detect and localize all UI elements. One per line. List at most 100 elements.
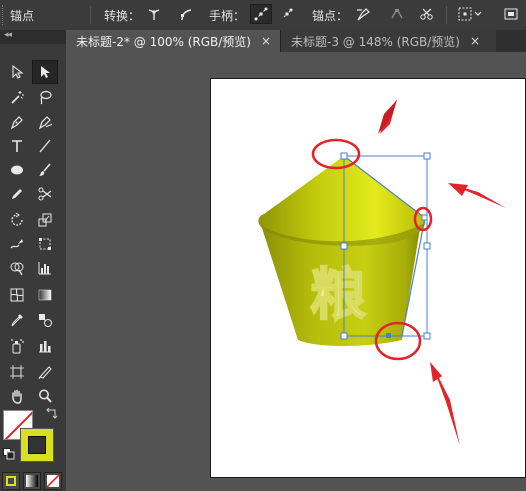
artwork-layer[interactable]: 粮 — [66, 52, 526, 491]
red-arrow-top-head — [378, 100, 397, 134]
show-handles-icon — [254, 7, 268, 21]
rotate-tool[interactable] — [4, 208, 30, 232]
eyedropper-icon — [11, 314, 23, 327]
control-bar: 锚点 转换： 手柄： 锚点： — [0, 0, 526, 31]
scissors-icon — [38, 187, 52, 201]
ellipse-tool[interactable] — [4, 158, 30, 182]
shape-builder-icon — [10, 262, 24, 276]
hide-handles-button[interactable] — [276, 4, 298, 24]
collapse-arrows-icon[interactable]: ◂◂ — [4, 30, 12, 40]
divider — [90, 6, 91, 24]
cut-path-button[interactable] — [416, 4, 438, 24]
stroke-swatch-inner — [28, 436, 46, 454]
convert-to-corner-button[interactable] — [143, 4, 165, 24]
scale-icon — [38, 213, 52, 227]
isolate-icon — [504, 8, 518, 20]
ellipse-icon — [11, 165, 23, 175]
artboard-tool[interactable] — [4, 360, 30, 384]
cone-roof[interactable] — [258, 156, 426, 246]
connect-anchors-button[interactable] — [386, 4, 408, 24]
eyedropper-tool[interactable] — [4, 308, 30, 332]
color-mode-button[interactable] — [2, 472, 20, 490]
scissors-tool[interactable] — [32, 182, 58, 206]
symbol-sprayer-icon — [11, 339, 24, 354]
hand-tool[interactable] — [4, 384, 30, 408]
column-graph-tool[interactable] — [32, 334, 58, 358]
artwork-character: 粮 — [310, 263, 366, 328]
anchors-label: 锚点： — [312, 9, 349, 23]
mesh-tool[interactable] — [4, 283, 30, 307]
magic-wand-tool[interactable] — [4, 85, 30, 109]
blend-icon — [39, 314, 52, 327]
isolate-mode-button[interactable] — [500, 4, 522, 24]
tools-panel-header[interactable]: ◂◂ — [0, 30, 66, 44]
graph-tool[interactable] — [32, 256, 58, 280]
mesh-icon — [10, 288, 24, 302]
stroke-swatch[interactable] — [20, 428, 54, 462]
tab-title: 未标题-3 @ 148% (RGB/预览) — [291, 34, 460, 49]
close-icon[interactable]: × — [261, 34, 271, 48]
paintbrush-tool[interactable] — [32, 158, 58, 182]
bounding-handle-top-right[interactable] — [423, 152, 431, 160]
hide-handles-icon — [283, 8, 293, 18]
lasso-tool[interactable] — [32, 85, 58, 109]
hand-icon — [12, 389, 22, 404]
bounding-handle-middle-left[interactable] — [340, 242, 348, 250]
direct-selection-tool[interactable] — [32, 60, 58, 84]
connect-anchors-icon — [391, 9, 403, 19]
bounding-handle-middle-right[interactable] — [423, 242, 431, 250]
gradient-tool[interactable] — [32, 283, 58, 307]
tools-panel: ◂◂ — [0, 30, 67, 491]
gradient-mode-button[interactable] — [23, 472, 41, 490]
gradient-mode-icon — [26, 475, 38, 487]
none-mode-button[interactable] — [44, 472, 62, 490]
canvas-area[interactable]: 粮 — [66, 52, 526, 491]
bounding-handle-bottom-left[interactable] — [340, 332, 348, 340]
convert-label: 转换： — [104, 9, 141, 23]
lasso-icon — [40, 90, 52, 105]
selection-arrow-icon — [12, 64, 24, 79]
tab-title: 未标题-2* @ 100% (RGB/预览) — [76, 34, 251, 49]
zoom-magnifier-icon — [39, 389, 52, 403]
zoom-tool[interactable] — [32, 384, 58, 408]
panel-grip[interactable] — [2, 5, 6, 25]
curvature-tool[interactable] — [32, 110, 58, 134]
anchor-point-right[interactable] — [421, 214, 428, 221]
default-colors-icon[interactable] — [3, 448, 15, 460]
symbol-sprayer-tool[interactable] — [4, 334, 30, 358]
bounding-handle-top-left[interactable] — [340, 152, 348, 160]
line-segment-icon — [39, 139, 51, 153]
type-tool[interactable] — [4, 134, 30, 158]
curvature-pen-icon — [38, 116, 53, 130]
anchor-point-selected[interactable] — [386, 333, 391, 338]
paintbrush-icon — [39, 163, 51, 176]
slice-tool[interactable] — [32, 360, 58, 384]
swap-fill-stroke-icon[interactable] — [44, 407, 58, 422]
convert-to-smooth-button[interactable] — [175, 4, 197, 24]
warp-tool[interactable] — [4, 232, 30, 256]
direct-selection-arrow-icon — [41, 66, 50, 78]
tab-untitled-2[interactable]: 未标题-2* @ 100% (RGB/预览) × — [66, 30, 280, 52]
transform-icon — [458, 7, 482, 21]
remove-anchor-button[interactable] — [352, 4, 374, 24]
selection-tool[interactable] — [4, 60, 30, 84]
pen-tool[interactable] — [4, 110, 30, 134]
handles-label: 手柄： — [209, 9, 246, 23]
shape-builder-tool[interactable] — [4, 256, 30, 280]
free-transform-icon — [39, 238, 51, 250]
tab-untitled-3[interactable]: 未标题-3 @ 148% (RGB/预览) × — [280, 30, 496, 52]
pencil-tool[interactable] — [4, 182, 30, 206]
free-transform-tool[interactable] — [32, 232, 58, 256]
rotate-icon — [11, 212, 23, 226]
scale-tool[interactable] — [32, 208, 58, 232]
show-handles-button[interactable] — [250, 4, 272, 24]
type-t-icon — [12, 140, 22, 152]
blend-tool[interactable] — [32, 308, 58, 332]
close-icon[interactable]: × — [470, 34, 480, 48]
line-segment-tool[interactable] — [32, 134, 58, 158]
transform-dropdown-button[interactable] — [455, 4, 485, 24]
convert-corner-icon — [148, 9, 160, 20]
column-graph-icon — [39, 341, 51, 353]
artboard-icon — [10, 365, 24, 379]
bounding-handle-bottom-right[interactable] — [423, 332, 431, 340]
